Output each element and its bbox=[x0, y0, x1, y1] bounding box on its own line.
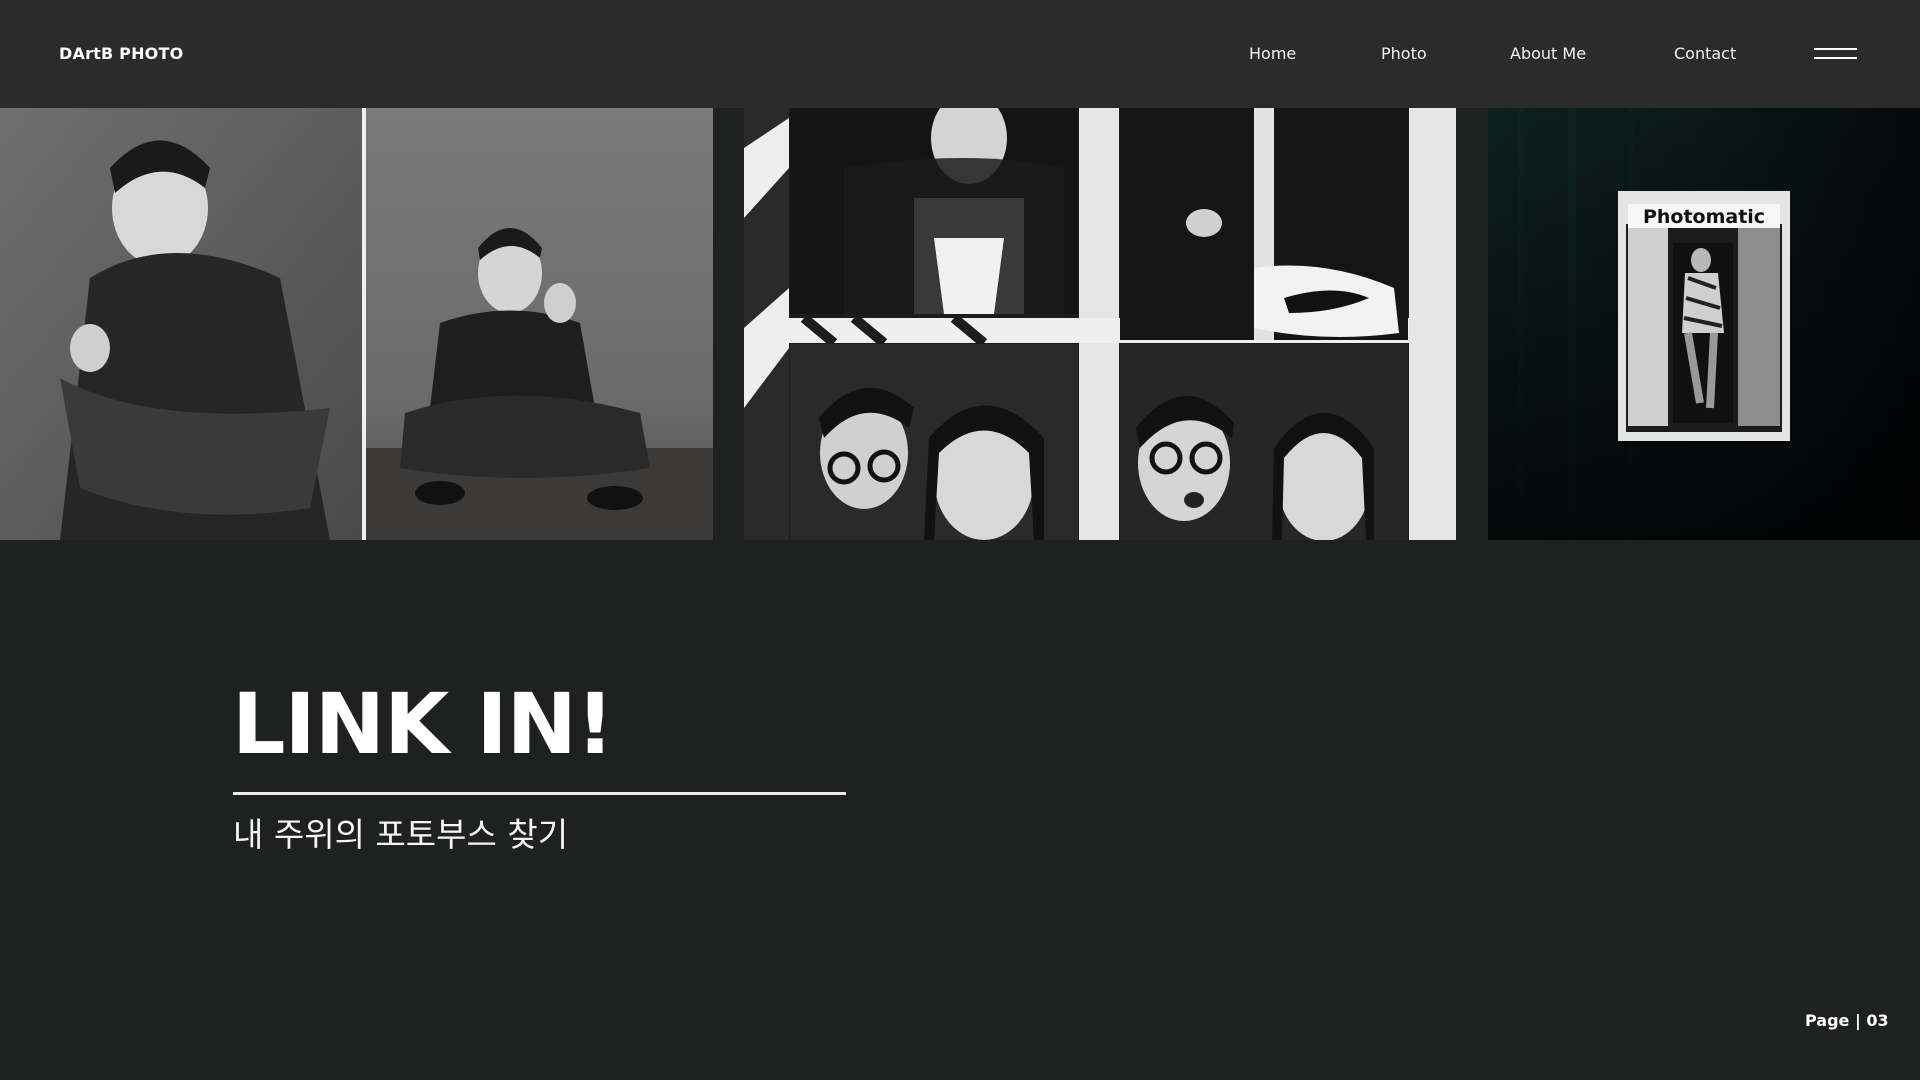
photobooth-strips-image bbox=[744, 108, 1456, 540]
gallery-photo-portraits[interactable] bbox=[0, 108, 713, 540]
page-number: Page | 03 bbox=[1805, 1011, 1889, 1030]
nav-photo[interactable]: Photo bbox=[1381, 44, 1427, 63]
site-header: DArtB PHOTO Home Photo About Me Contact bbox=[0, 0, 1920, 108]
brand-logo[interactable]: DArtB PHOTO bbox=[59, 44, 183, 63]
portraits-image bbox=[0, 108, 713, 540]
gallery-photo-photomatic-booth[interactable]: Photomatic bbox=[1488, 108, 1920, 540]
page-subtitle: 내 주위의 포토부스 찾기 bbox=[233, 815, 569, 854]
gallery-photo-photobooth-strips[interactable] bbox=[744, 108, 1456, 540]
hamburger-menu-icon[interactable] bbox=[1814, 46, 1857, 62]
photomatic-sign-text: Photomatic bbox=[1643, 206, 1765, 228]
nav-home[interactable]: Home bbox=[1249, 44, 1296, 63]
nav-about-me[interactable]: About Me bbox=[1510, 44, 1586, 63]
nav-contact[interactable]: Contact bbox=[1674, 44, 1736, 63]
title-divider bbox=[233, 792, 846, 795]
page-title: LINK IN! bbox=[232, 675, 614, 773]
photomatic-booth-image: Photomatic bbox=[1488, 108, 1920, 540]
